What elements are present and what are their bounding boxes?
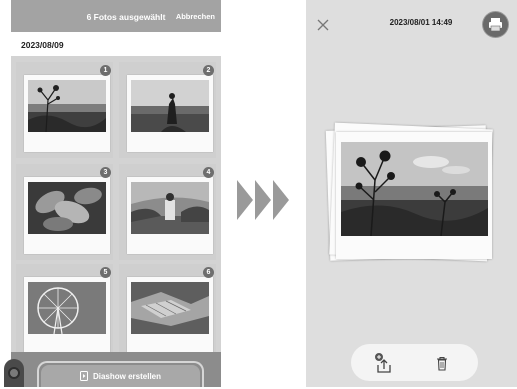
create-slideshow-button[interactable]: Diashow erstellen <box>41 365 200 387</box>
photo-thumbnail <box>131 80 209 132</box>
share-icon <box>375 353 391 373</box>
photo-thumbnail <box>28 282 106 334</box>
photo-cell-3[interactable]: 3 <box>16 164 113 260</box>
polaroid-frame <box>24 75 110 152</box>
print-preview <box>336 132 492 259</box>
selection-header: 6 Fotos ausgewählt Abbrechen <box>11 0 221 32</box>
date-group-label: 2023/08/09 <box>11 32 221 56</box>
photo-grid: 1 2 3 4 5 6 <box>11 56 221 387</box>
polaroid-frame <box>24 177 110 254</box>
share-button[interactable] <box>374 352 394 374</box>
photo-detail-screen: 2023/08/01 14:49 <box>306 0 517 387</box>
photo-cell-4[interactable]: 4 <box>119 164 216 260</box>
photo-cell-1[interactable]: 1 <box>16 62 113 158</box>
action-bar <box>351 344 478 381</box>
photo-thumbnail <box>28 182 106 234</box>
slideshow-icon <box>79 371 88 381</box>
printer-icon <box>489 18 502 32</box>
selection-badge: 6 <box>203 267 214 278</box>
polaroid-frame <box>127 177 213 254</box>
floating-tool-button[interactable] <box>4 359 24 387</box>
polaroid-frame <box>127 277 213 354</box>
delete-button[interactable] <box>436 356 448 371</box>
photo-cell-5[interactable]: 5 <box>16 264 113 360</box>
selection-badge: 4 <box>203 167 214 178</box>
selection-badge: 2 <box>203 65 214 76</box>
printer-button[interactable] <box>483 12 508 37</box>
preview-photo <box>341 142 488 236</box>
photo-timestamp: 2023/08/01 14:49 <box>389 18 453 27</box>
photo-selection-screen: 6 Fotos ausgewählt Abbrechen 2023/08/09 <box>11 0 221 387</box>
trash-icon <box>437 356 447 371</box>
selection-badge: 5 <box>100 267 111 278</box>
cancel-button[interactable]: Abbrechen <box>176 0 215 32</box>
polaroid-frame <box>127 75 213 152</box>
create-slideshow-label: Diashow erstellen <box>92 372 162 381</box>
photo-thumbnail <box>131 182 209 234</box>
close-icon[interactable] <box>316 18 330 32</box>
selection-badge: 3 <box>100 167 111 178</box>
photo-thumbnail <box>131 282 209 334</box>
photo-cell-6[interactable]: 6 <box>119 264 216 360</box>
polaroid-frame <box>24 277 110 354</box>
selection-badge: 1 <box>100 65 111 76</box>
triple-chevron-right-icon <box>237 180 289 220</box>
tool-icon <box>8 367 20 379</box>
photo-cell-2[interactable]: 2 <box>119 62 216 158</box>
photo-thumbnail <box>28 80 106 132</box>
selection-title: 6 Fotos ausgewählt <box>86 12 166 22</box>
